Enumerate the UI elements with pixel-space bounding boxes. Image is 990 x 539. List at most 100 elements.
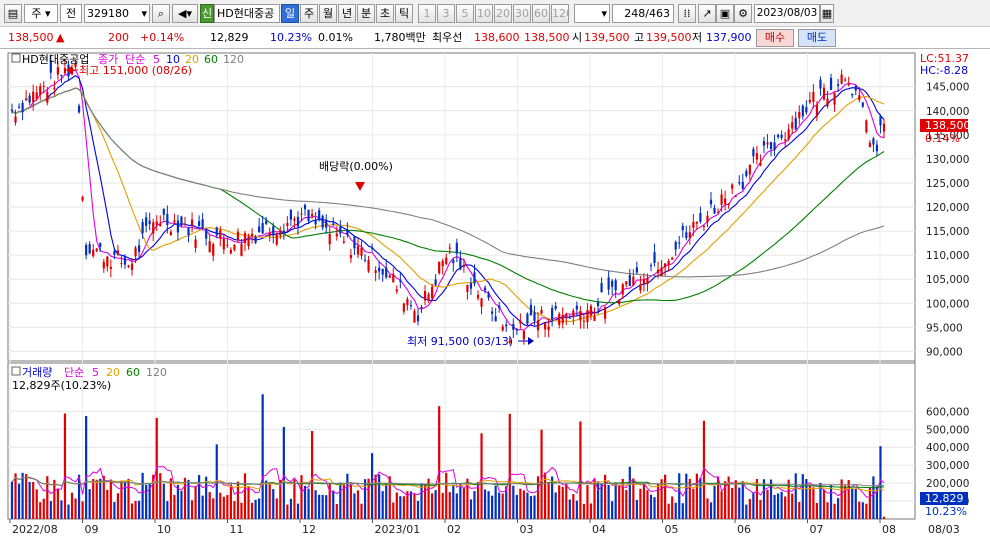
period-tab-3[interactable]: 년: [338, 4, 356, 23]
candle-body: [480, 298, 483, 307]
volume-bar: [798, 501, 801, 519]
minute-tab-5[interactable]: 5: [456, 4, 474, 23]
volume-bar: [265, 480, 268, 519]
period-tab-6[interactable]: 틱: [395, 4, 413, 23]
market-select[interactable]: 주 ▾: [24, 4, 58, 23]
volume-bar: [286, 504, 289, 519]
candle-body: [784, 139, 787, 141]
volume-tick-label: 600,000: [926, 406, 969, 418]
x-tick-label: 12: [302, 523, 316, 536]
candle-body: [159, 223, 162, 227]
volume-bar: [794, 473, 797, 519]
minute-tab-20[interactable]: 20: [494, 4, 512, 23]
volume-bar: [738, 487, 741, 519]
candle-body: [618, 299, 621, 305]
calendar-icon[interactable]: ▦: [820, 4, 834, 23]
volume-bar: [10, 481, 14, 519]
price-tick-label: 105,000: [926, 274, 969, 286]
volume-bar: [431, 493, 434, 519]
candle-body: [102, 261, 105, 269]
candle-body: [459, 258, 462, 270]
stock-chart[interactable]: 145,000140,000135,000130,000125,000120,0…: [0, 49, 990, 539]
period-tab-5[interactable]: 초: [376, 4, 394, 23]
minute-tab-120[interactable]: 120: [551, 4, 569, 23]
minute-tab-10[interactable]: 10: [475, 4, 493, 23]
candle-body: [367, 259, 370, 272]
price-tick-label: 100,000: [926, 298, 969, 310]
volume-bar: [134, 500, 137, 519]
trend-tool-icon[interactable]: ↗: [698, 4, 716, 23]
period-tab-2[interactable]: 월: [319, 4, 337, 23]
candle-body: [166, 214, 169, 225]
save-icon[interactable]: ▣: [716, 4, 734, 23]
candle-body: [731, 184, 734, 189]
volume-bar: [360, 503, 363, 519]
volume-bar: [469, 499, 473, 519]
candle-body: [579, 310, 582, 321]
candle-body: [314, 219, 317, 225]
candle-body: [420, 306, 423, 309]
minute-tab-1[interactable]: 1: [418, 4, 436, 23]
volume-bar: [254, 499, 257, 519]
candle-body: [32, 91, 35, 102]
x-tick-label: 07: [810, 523, 824, 536]
candle-body: [243, 233, 247, 243]
minute-tab-30[interactable]: 30: [513, 4, 531, 23]
candle-body: [582, 320, 586, 322]
candle-body: [829, 77, 833, 90]
candle-body: [282, 230, 285, 234]
volume-bar: [695, 473, 698, 519]
candle-body: [798, 112, 801, 119]
period-tab-4[interactable]: 분: [357, 4, 375, 23]
minute-tab-60[interactable]: 60: [532, 4, 550, 23]
candle-body: [212, 244, 215, 256]
code-value: 329180: [87, 7, 129, 20]
date-input[interactable]: 2023/08/03: [754, 4, 820, 23]
volume-bar: [649, 494, 653, 519]
candle-body: [148, 220, 151, 224]
search-icon[interactable]: ⌕: [152, 4, 170, 23]
legend-collapse-icon[interactable]: [11, 53, 21, 63]
volume-bar: [416, 500, 420, 519]
min-note: 최저 91,500 (03/13): [407, 335, 513, 348]
price-tick-label: 115,000: [926, 226, 969, 238]
grid-icon[interactable]: ⁞⁞: [678, 4, 696, 23]
candle-body: [483, 287, 487, 291]
sell-button[interactable]: 매도: [798, 29, 836, 47]
volume-bar: [575, 500, 578, 519]
volume-value: 12,829: [210, 31, 249, 44]
volume-bar: [713, 486, 716, 519]
settings-icon[interactable]: ⚙: [734, 4, 752, 23]
candle-body: [724, 198, 727, 204]
minute-custom-input[interactable]: ▾: [574, 4, 610, 23]
speaker-icon[interactable]: ◀▾: [172, 4, 198, 23]
volume-legend-ma-20: 20: [106, 366, 120, 379]
minute-tab-3[interactable]: 3: [437, 4, 455, 23]
volume-current: 12,829주(10.23%): [12, 379, 111, 392]
volume-bar: [568, 499, 571, 519]
candle-body: [639, 284, 642, 291]
volume-bar: [501, 493, 504, 519]
period-tab-0[interactable]: 일: [281, 4, 299, 23]
code-input[interactable]: 329180 ▾: [84, 4, 150, 23]
candle-body: [402, 303, 405, 312]
chart-menu-icon[interactable]: ▤: [4, 4, 22, 23]
volume-legend-ma-120: 120: [146, 366, 167, 379]
volume-bar: [120, 480, 123, 519]
volume-legend-collapse-icon[interactable]: [11, 366, 21, 376]
best-price-label: 최우선: [432, 31, 463, 44]
x-right-label: 08/03: [928, 523, 960, 536]
candle-body: [17, 106, 21, 108]
buy-button[interactable]: 매수: [756, 29, 794, 47]
candle-body: [851, 93, 854, 96]
change-value: 200: [108, 31, 129, 44]
candle-body: [46, 91, 49, 103]
candle-body: [741, 181, 744, 189]
candle-body: [14, 116, 17, 123]
candle-body: [861, 102, 864, 107]
candle-body: [501, 326, 504, 331]
count-field[interactable]: 248/463: [612, 4, 674, 23]
period-tab-1[interactable]: 주: [300, 4, 318, 23]
volume-tick-label: 300,000: [926, 460, 969, 472]
type-select[interactable]: 전: [60, 4, 82, 23]
